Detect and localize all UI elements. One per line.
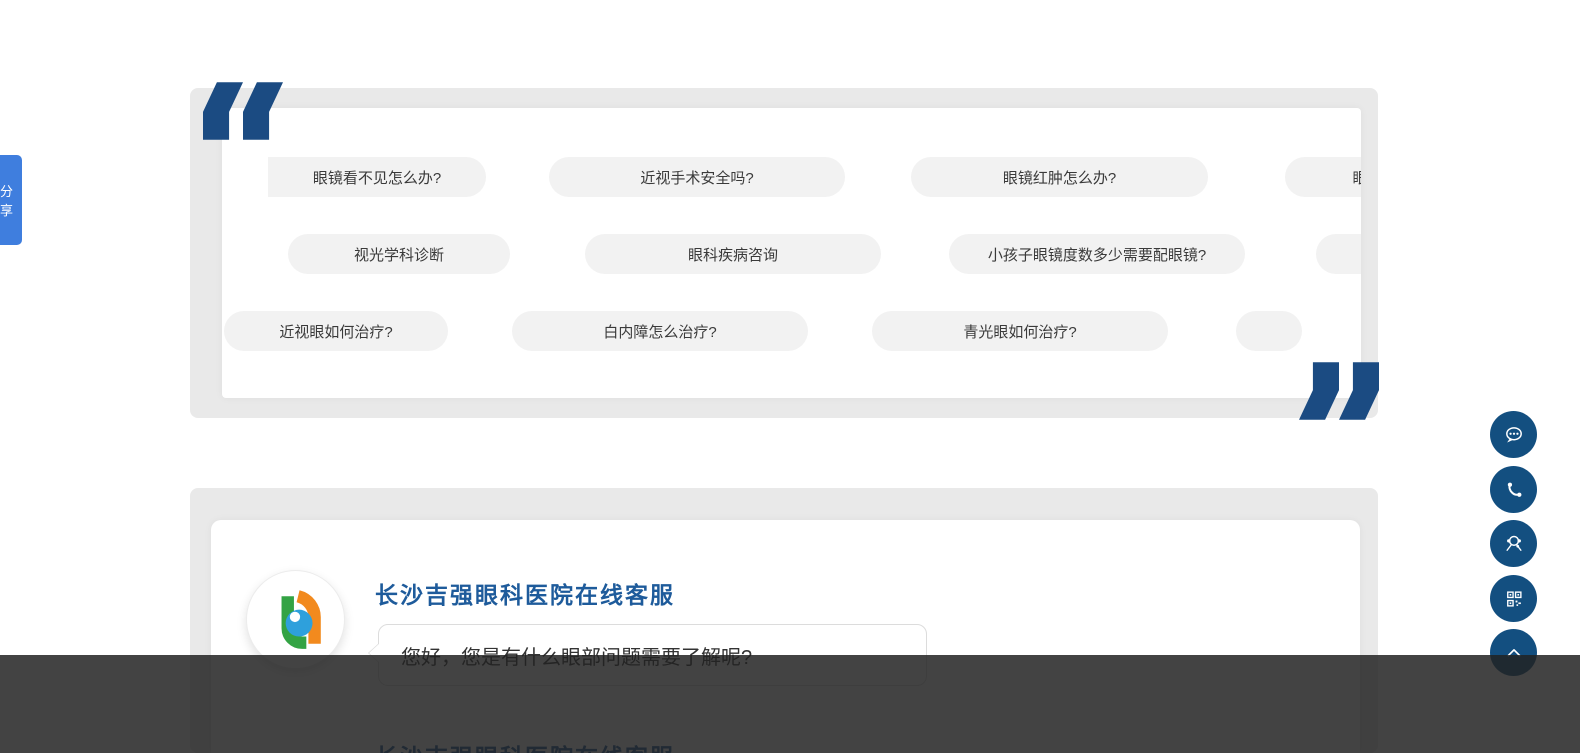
- float-qrcode-button[interactable]: [1490, 575, 1537, 622]
- faq-pill[interactable]: [1236, 311, 1302, 351]
- quote-close-icon: [1299, 358, 1379, 424]
- float-chat-button[interactable]: [1490, 411, 1537, 458]
- float-phone-button[interactable]: [1490, 466, 1537, 513]
- faq-pill[interactable]: 近视手术安全吗?: [549, 157, 845, 197]
- faq-pill[interactable]: 眼镜红肿怎么办?: [911, 157, 1208, 197]
- share-tab-label: 分享: [0, 181, 22, 219]
- faq-pill[interactable]: 眼科疾病咨询: [585, 234, 881, 274]
- bottom-bar: 吉强眼科+ Ji Qiang Ophthalmology 立即预约 24小时服务…: [0, 655, 1580, 753]
- quote-open-icon: [203, 78, 283, 144]
- share-tab[interactable]: 分享: [0, 155, 22, 245]
- faq-pill[interactable]: 白内障怎么治疗?: [512, 311, 808, 351]
- customer-service-icon: [1499, 529, 1529, 559]
- faq-pill[interactable]: [1316, 234, 1361, 274]
- hospital-logo-icon: [265, 589, 327, 651]
- page: 分享 眼镜看不见怎么办? 近视手术安全吗? 眼镜红肿怎么办? 眼 视光学科诊断 …: [0, 0, 1580, 753]
- faq-pill[interactable]: 小孩子眼镜度数多少需要配眼镜?: [949, 234, 1245, 274]
- faq-panel: 眼镜看不见怎么办? 近视手术安全吗? 眼镜红肿怎么办? 眼 视光学科诊断 眼科疾…: [222, 108, 1361, 398]
- faq-pill[interactable]: 眼镜看不见怎么办?: [268, 157, 486, 197]
- faq-pill[interactable]: 近视眼如何治疗?: [224, 311, 448, 351]
- faq-pill[interactable]: 青光眼如何治疗?: [872, 311, 1168, 351]
- faq-pill[interactable]: 视光学科诊断: [288, 234, 510, 274]
- chat-bubble-icon: [1499, 420, 1529, 450]
- faq-pill[interactable]: 眼: [1285, 157, 1361, 197]
- qrcode-icon: [1499, 584, 1529, 614]
- float-service-button[interactable]: [1490, 520, 1537, 567]
- phone-icon: [1499, 475, 1529, 505]
- service-title: 长沙吉强眼科医院在线客服: [375, 576, 675, 610]
